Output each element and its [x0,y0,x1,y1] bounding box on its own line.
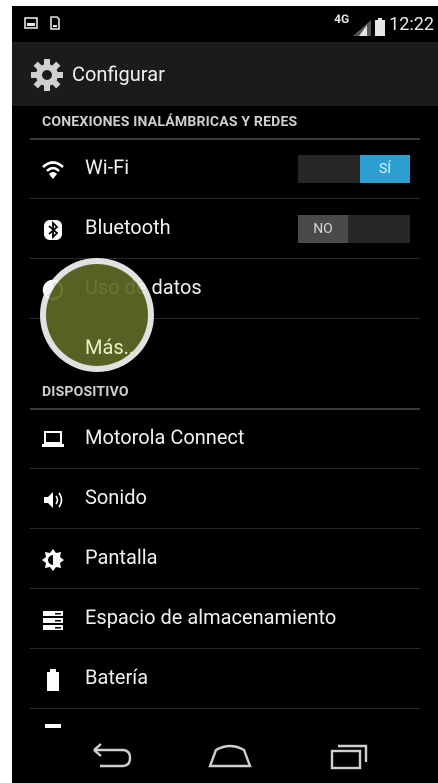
setting-wifi[interactable]: Wi-Fi SÍ [30,140,420,199]
action-bar: Configurar [12,42,438,106]
signal-icon [353,20,372,36]
setting-sound[interactable]: Sonido [30,470,420,529]
laptop-icon [42,431,64,447]
brightness-icon [42,549,64,571]
download-notification-icon [50,16,60,30]
section-header-wireless: CONEXIONES INALÁMBRICAS Y REDES [30,108,420,140]
back-button[interactable] [86,740,134,772]
bluetooth-toggle[interactable]: NO [298,215,410,243]
setting-label: Motorola Connect [85,425,245,449]
setting-next-partial[interactable] [30,710,420,728]
bluetooth-icon [44,220,62,240]
setting-label: Sonido [85,485,147,509]
battery-icon [47,669,59,691]
toggle-on-label: SÍ [360,155,410,183]
storage-icon [43,611,63,630]
wifi-toggle[interactable]: SÍ [298,155,410,183]
phone-screen: 4G 12:22 Configurar CONEXIONES INALÁMBRI… [12,6,438,783]
setting-label: Batería [85,665,149,689]
settings-list[interactable]: CONEXIONES INALÁMBRICAS Y REDES Wi-Fi SÍ… [12,106,438,728]
speaker-icon [44,492,63,508]
setting-bluetooth[interactable]: Bluetooth NO [30,200,420,259]
setting-label: Pantalla [85,545,158,569]
navigation-bar [12,728,438,783]
recents-button[interactable] [324,740,372,772]
wifi-icon [42,161,64,179]
recents-icon [330,744,368,770]
setting-label-overlay: Más... [85,335,140,359]
toggle-off-label: NO [298,215,348,243]
clock: 12:22 [389,14,434,35]
home-button[interactable] [206,740,254,772]
home-icon [208,744,252,768]
setting-label: Wi-Fi [85,155,130,179]
section-label: CONEXIONES INALÁMBRICAS Y REDES [42,114,298,130]
setting-label: Espacio de almacenamiento [85,605,337,629]
gear-icon[interactable] [30,58,64,92]
back-icon [93,743,132,768]
setting-label: Bluetooth [85,215,171,239]
section-label: DISPOSITIVO [42,384,129,400]
battery-icon [375,18,386,36]
system-status: 4G 12:22 [334,12,434,36]
setting-display[interactable]: Pantalla [30,530,420,589]
setting-battery[interactable]: Batería [30,650,420,709]
network-type: 4G [334,12,350,26]
status-bar: 4G 12:22 [12,6,438,42]
page-title: Configurar [72,62,165,86]
section-header-device: DISPOSITIVO [30,378,420,410]
setting-motorola-connect[interactable]: Motorola Connect [30,410,420,469]
notification-icons [24,16,62,30]
image-notification-icon [24,17,38,29]
setting-storage[interactable]: Espacio de almacenamiento [30,590,420,649]
